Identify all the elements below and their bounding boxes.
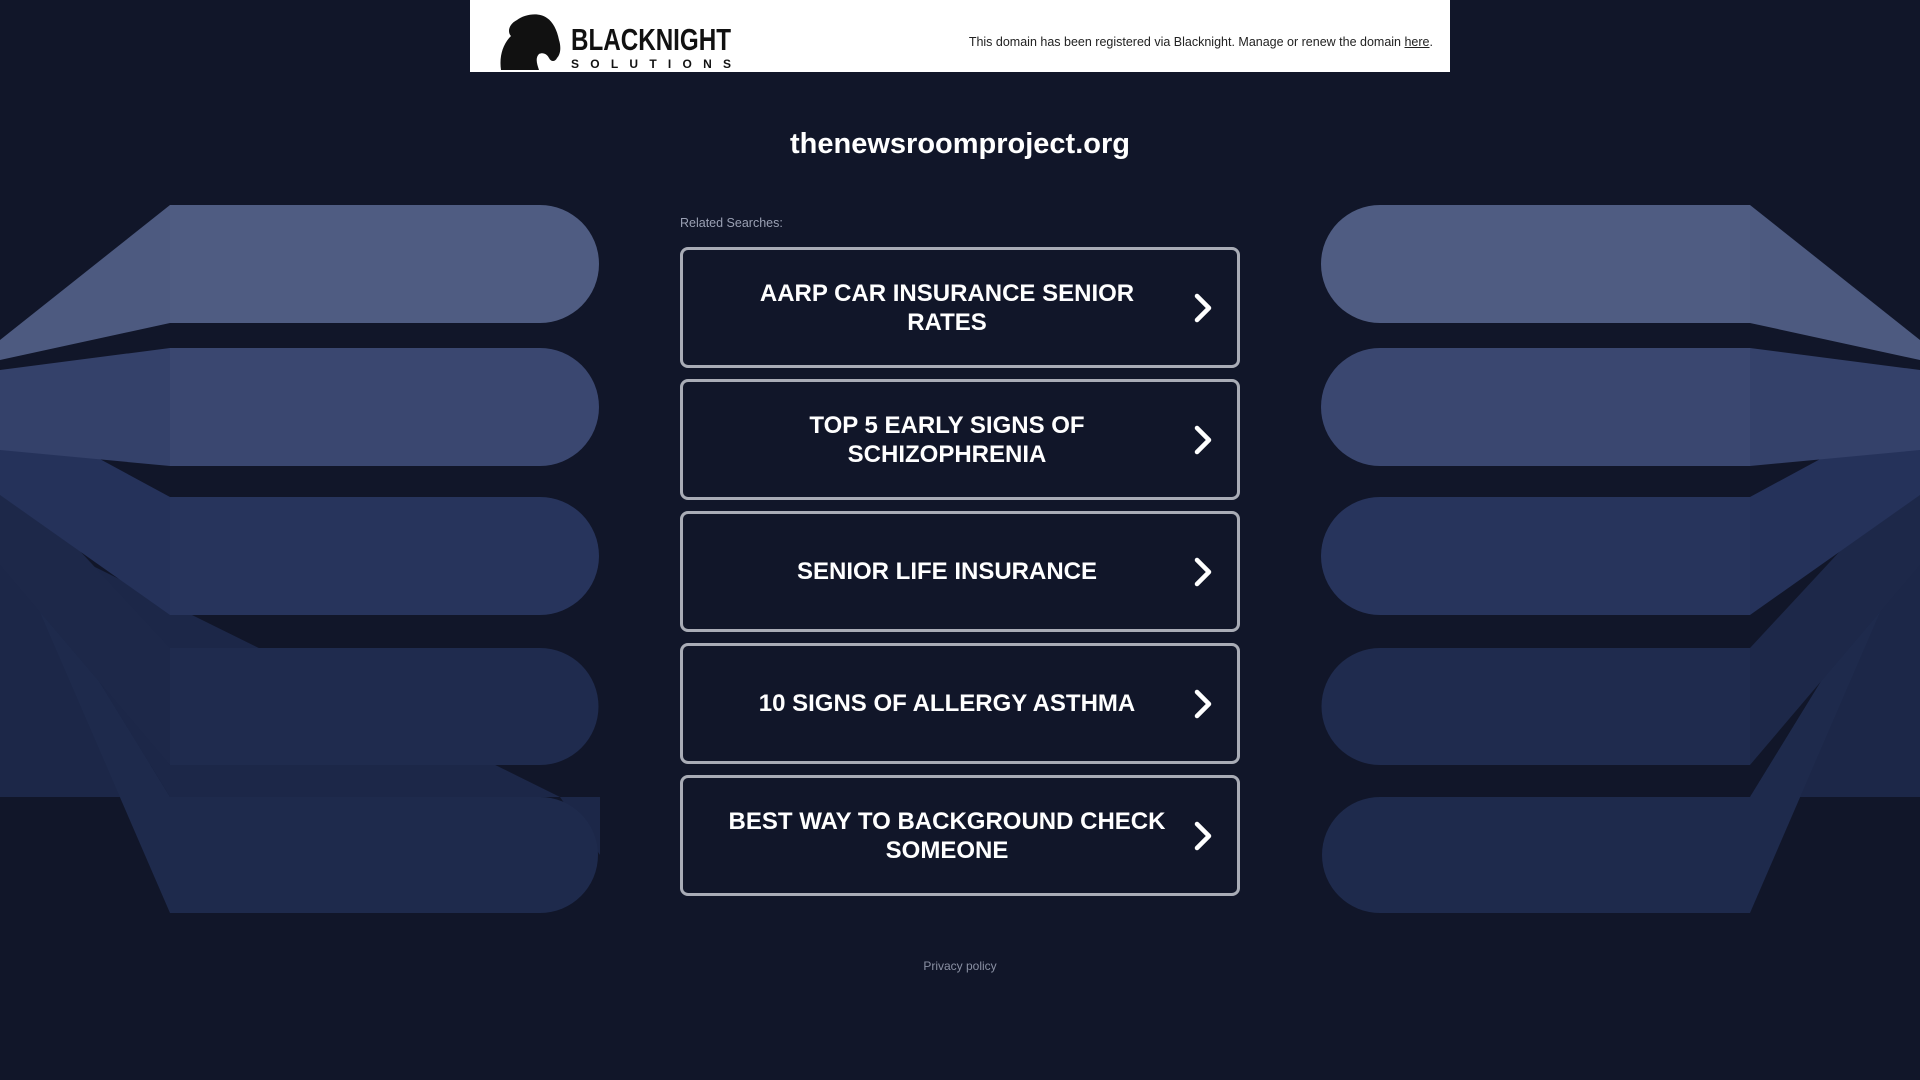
- horse-head-icon: [500, 14, 561, 70]
- related-search-label: BEST WAY TO BACKGROUND CHECK SOMEONE: [728, 807, 1166, 864]
- related-search-label: AARP CAR INSURANCE SENIOR RATES: [759, 279, 1135, 336]
- registrar-header: BLACKNIGHT SOLUTIONS This domain has bee…: [470, 0, 1450, 72]
- related-search-label: TOP 5 EARLY SIGNS OF SCHIZOPHRENIA: [809, 411, 1085, 468]
- related-searches-list: AARP CAR INSURANCE SENIOR RATES TOP 5 EA…: [680, 247, 1240, 907]
- privacy-policy-link[interactable]: Privacy policy: [923, 959, 996, 973]
- registration-notice: This domain has been registered via Blac…: [969, 35, 1433, 49]
- chevron-right-icon: [1194, 425, 1212, 454]
- blacknight-logo[interactable]: BLACKNIGHT SOLUTIONS: [495, 12, 735, 72]
- related-search-button[interactable]: TOP 5 EARLY SIGNS OF SCHIZOPHRENIA: [680, 379, 1240, 500]
- related-search-button[interactable]: 10 SIGNS OF ALLERGY ASTHMA: [680, 643, 1240, 764]
- footer: Privacy policy: [0, 959, 1920, 973]
- related-search-button[interactable]: BEST WAY TO BACKGROUND CHECK SOMEONE: [680, 775, 1240, 896]
- related-search-label: SENIOR LIFE INSURANCE: [796, 558, 1098, 585]
- registration-notice-end: .: [1429, 35, 1433, 49]
- related-searches-label: Related Searches:: [680, 216, 783, 230]
- chevron-right-icon: [1194, 293, 1212, 322]
- logo-tagline: SOLUTIONS: [571, 57, 731, 71]
- parked-domain-page: BLACKNIGHT SOLUTIONS This domain has bee…: [0, 0, 1920, 1080]
- logo-wordmark: BLACKNIGHT: [571, 22, 731, 57]
- related-search-button[interactable]: SENIOR LIFE INSURANCE: [680, 511, 1240, 632]
- chevron-right-icon: [1194, 557, 1212, 586]
- registration-notice-text: This domain has been registered via Blac…: [968, 35, 1405, 49]
- manage-domain-link[interactable]: here: [1404, 35, 1429, 49]
- chevron-right-icon: [1194, 821, 1212, 850]
- domain-title: thenewsroomproject.org: [790, 128, 1130, 160]
- chevron-right-icon: [1194, 689, 1212, 718]
- related-search-button[interactable]: AARP CAR INSURANCE SENIOR RATES: [680, 247, 1240, 368]
- related-search-label: 10 SIGNS OF ALLERGY ASTHMA: [758, 690, 1136, 717]
